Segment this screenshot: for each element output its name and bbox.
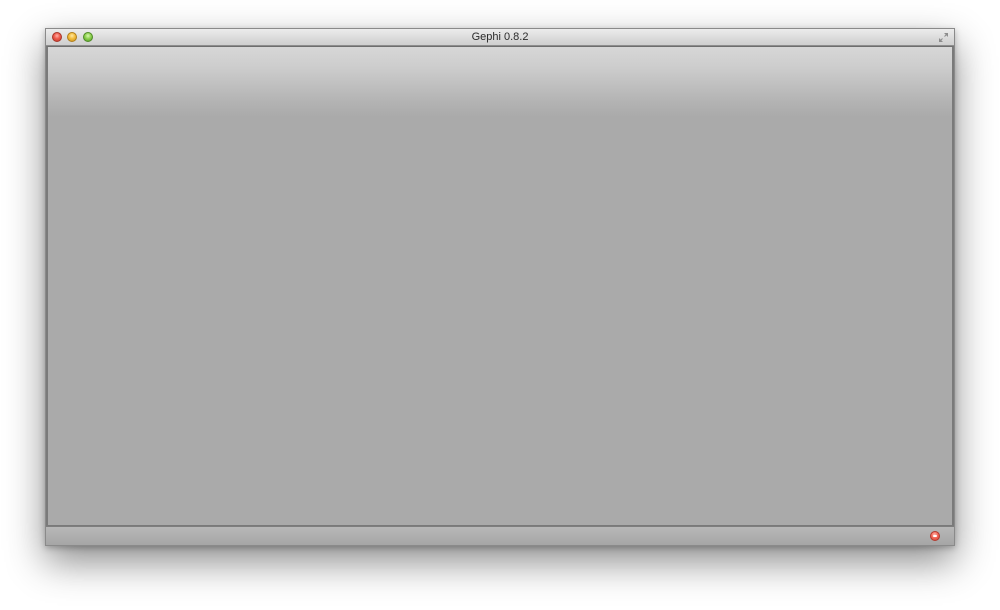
error-indicator-icon[interactable] — [930, 531, 940, 541]
app-window: Gephi 0.8.2 — [45, 28, 955, 546]
main-content-area — [46, 46, 954, 527]
title-bar[interactable]: Gephi 0.8.2 — [46, 29, 954, 46]
window-title: Gephi 0.8.2 — [471, 31, 529, 43]
status-bar — [46, 526, 954, 545]
fullscreen-icon[interactable] — [938, 32, 949, 43]
